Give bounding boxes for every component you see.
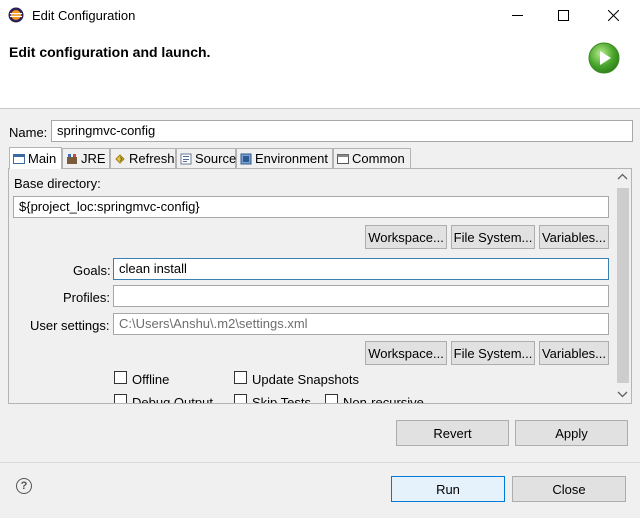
offline-label: Offline (132, 372, 170, 387)
variables-button-2[interactable]: Variables... (539, 341, 609, 365)
revert-button[interactable]: Revert (396, 420, 509, 446)
main-tab-icon (13, 153, 25, 164)
close-window-button[interactable] (590, 0, 636, 30)
refresh-icon (115, 153, 125, 164)
scrollbar-thumb[interactable] (617, 188, 629, 383)
apply-button[interactable]: Apply (515, 420, 628, 446)
scroll-up-icon[interactable] (617, 172, 628, 182)
update-snapshots-label: Update Snapshots (252, 372, 359, 387)
goals-input[interactable]: clean install (113, 258, 609, 280)
user-settings-label: User settings: (30, 318, 110, 333)
tab-source[interactable]: Source (176, 148, 236, 168)
tab-main[interactable]: Main (9, 147, 62, 169)
goals-label: Goals: (73, 263, 111, 278)
tab-environment[interactable]: Environment (236, 148, 333, 168)
common-icon (337, 153, 349, 164)
scroll-down-icon[interactable] (617, 389, 628, 399)
base-directory-label: Base directory: (14, 176, 101, 191)
run-button[interactable]: Run (391, 476, 505, 502)
run-launch-icon (588, 42, 620, 74)
profiles-input[interactable] (113, 285, 609, 307)
maximize-button[interactable] (540, 0, 586, 30)
skip-tests-checkbox[interactable] (234, 394, 247, 403)
profiles-label: Profiles: (63, 290, 110, 305)
tab-label: Source (195, 151, 237, 166)
eclipse-app-icon (8, 7, 24, 23)
source-icon (180, 153, 192, 164)
file-system-button[interactable]: File System... (451, 225, 535, 249)
offline-checkbox[interactable] (114, 371, 127, 384)
tab-jre[interactable]: JRE (62, 148, 110, 168)
variables-button[interactable]: Variables... (539, 225, 609, 249)
tab-label: Common (352, 151, 405, 166)
tab-refresh[interactable]: Refresh (110, 148, 176, 168)
window-title: Edit Configuration (32, 8, 136, 23)
non-recursive-checkbox[interactable] (325, 394, 338, 403)
tab-label: JRE (81, 151, 106, 166)
tab-label: Refresh (129, 151, 175, 166)
configuration-name-input[interactable]: springmvc-config (51, 120, 633, 142)
environment-icon (240, 153, 252, 164)
file-system-button-2[interactable]: File System... (451, 341, 535, 365)
close-button[interactable]: Close (512, 476, 626, 502)
user-settings-input[interactable]: C:\Users\Anshu\.m2\settings.xml (113, 313, 609, 335)
minimize-button[interactable] (494, 0, 540, 30)
workspace-button[interactable]: Workspace... (365, 225, 447, 249)
debug-output-label: Debug Output (132, 395, 213, 403)
tab-label: Environment (255, 151, 328, 166)
tab-common[interactable]: Common (333, 148, 411, 168)
clipped-options-row: Debug Output Skip Tests Non-recursive (110, 392, 610, 403)
footer-separator (0, 462, 640, 463)
title-bar: Edit Configuration (0, 0, 640, 32)
base-directory-input[interactable]: ${project_loc:springmvc-config} (13, 196, 609, 218)
help-icon[interactable]: ? (16, 478, 32, 494)
name-label: Name: (9, 125, 48, 140)
update-snapshots-checkbox[interactable] (234, 371, 247, 384)
non-recursive-label: Non-recursive (343, 395, 424, 403)
debug-output-checkbox[interactable] (114, 394, 127, 403)
header-title: Edit configuration and launch. (9, 44, 211, 60)
skip-tests-label: Skip Tests (252, 395, 312, 403)
jre-icon (67, 153, 77, 164)
tab-label: Main (28, 151, 57, 166)
workspace-button-2[interactable]: Workspace... (365, 341, 447, 365)
